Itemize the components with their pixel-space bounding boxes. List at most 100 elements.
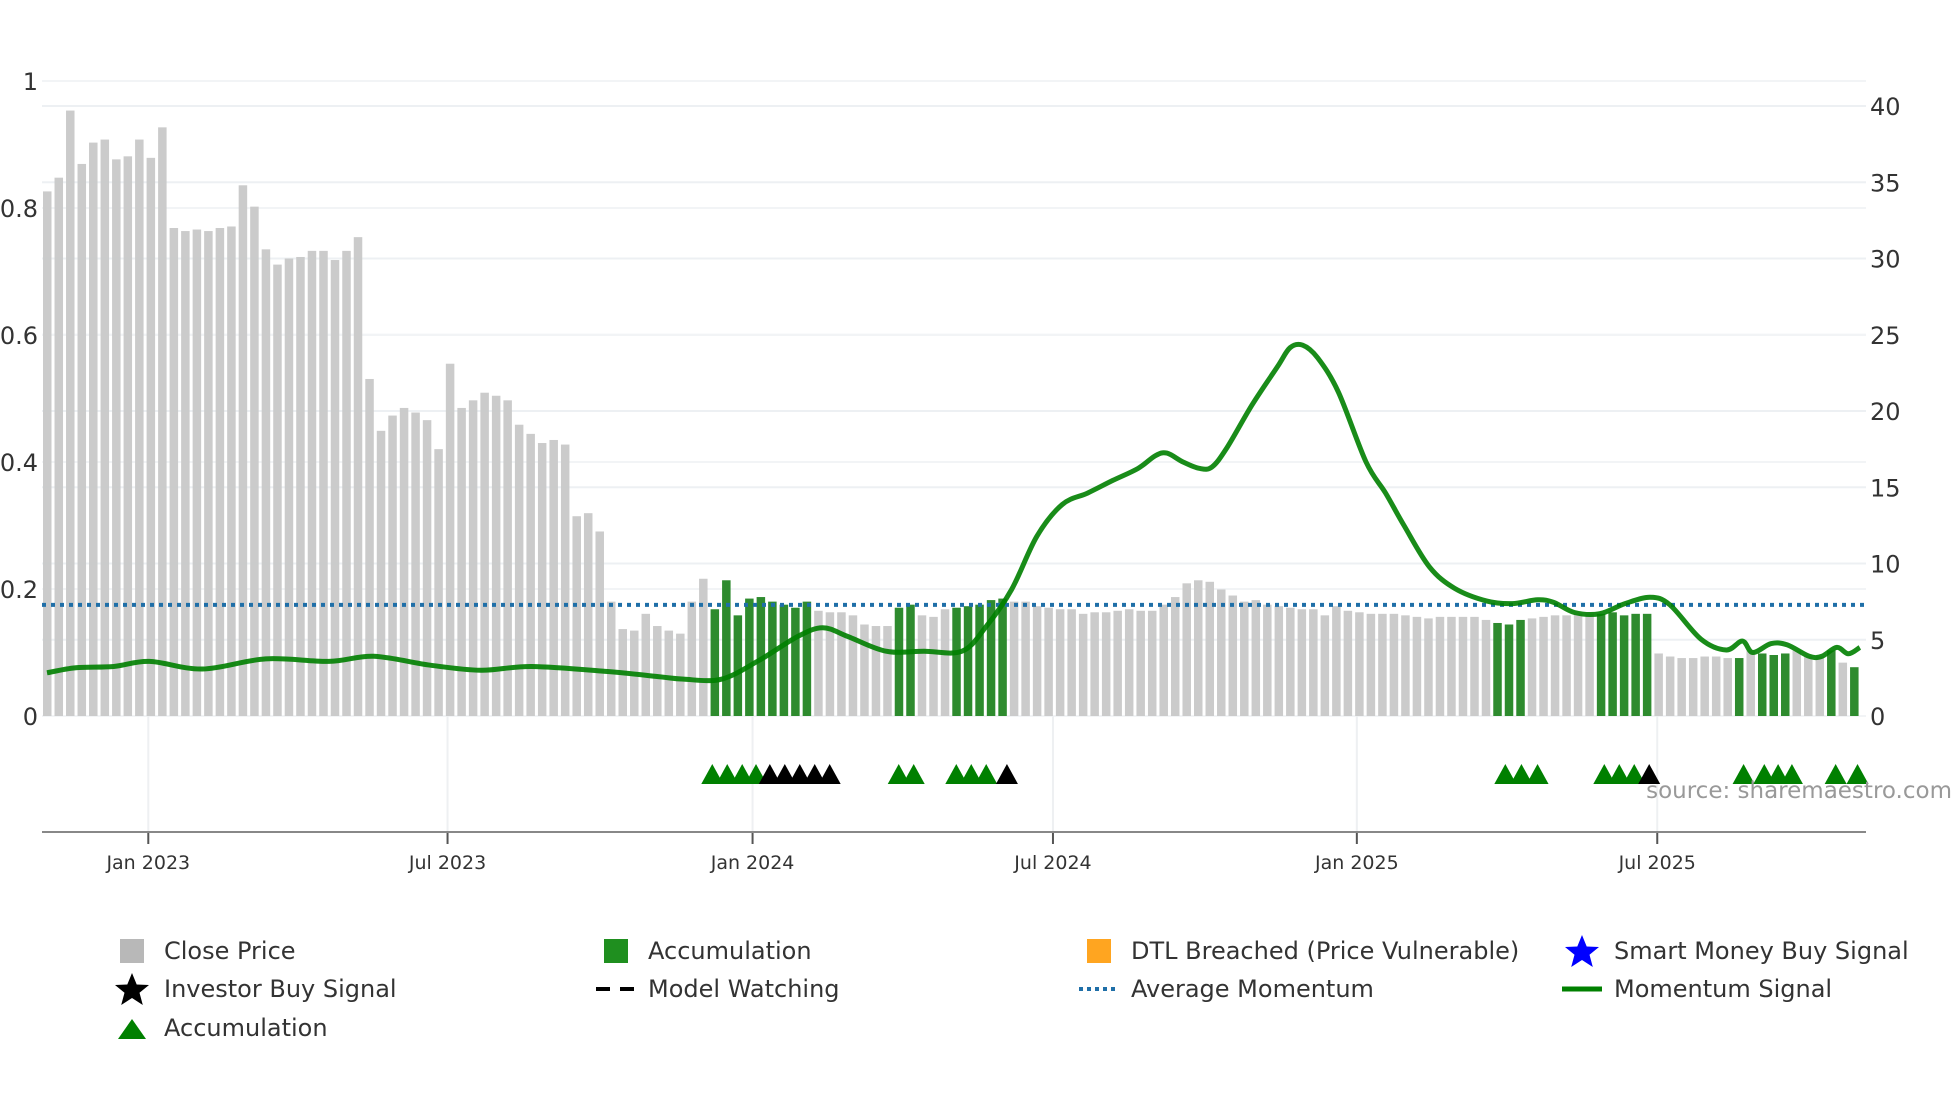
- legend-label: Investor Buy Signal: [164, 975, 397, 1003]
- investor-buy-triangle: [995, 764, 1018, 784]
- close-price-bar: [1654, 653, 1663, 716]
- accumulation-bar: [1827, 650, 1836, 716]
- close-price-bar: [1838, 662, 1848, 716]
- close-price-bar: [1217, 589, 1226, 716]
- close-price-bar: [860, 624, 869, 716]
- close-price-bar: [917, 615, 927, 716]
- x-axis-tick-label: Jan 2025: [1314, 852, 1399, 874]
- accumulation-bar: [745, 598, 754, 716]
- accumulation-triangle: [902, 764, 925, 784]
- black-star-icon: [112, 972, 152, 1006]
- accumulation-bar: [1734, 658, 1744, 716]
- close-price-bar: [1401, 615, 1410, 716]
- accumulation-triangle: [1526, 764, 1549, 784]
- close-price-bar: [1205, 581, 1215, 716]
- right-axis-tick-label: 0: [1870, 703, 1885, 731]
- legend-label: Accumulation: [164, 1014, 328, 1042]
- close-price-bar: [1447, 616, 1456, 716]
- close-price-bar: [1159, 604, 1168, 716]
- legend-label: Model Watching: [648, 975, 840, 1003]
- close-price-bar: [1435, 616, 1445, 716]
- accumulation-bar: [1631, 613, 1640, 716]
- close-price-bar: [572, 516, 581, 716]
- close-price-bar: [1424, 618, 1433, 716]
- close-price-bar: [1263, 604, 1272, 716]
- close-price-bar: [1113, 610, 1122, 716]
- close-price-bar: [1723, 658, 1732, 716]
- close-price-bar: [112, 159, 121, 716]
- close-price-bar: [1366, 613, 1376, 716]
- close-price-bar: [1481, 619, 1491, 716]
- legend-item: Accumulation: [112, 1011, 328, 1045]
- close-price-bar: [1078, 613, 1088, 716]
- close-price-bar: [319, 250, 328, 716]
- close-price-bar: [595, 531, 604, 716]
- close-price-bar: [1286, 607, 1295, 716]
- close-price-bar: [676, 633, 685, 716]
- green-square-icon: [596, 934, 636, 968]
- source-label: source: sharemaestro.com: [1646, 778, 1952, 804]
- close-price-bar: [1677, 658, 1686, 716]
- accumulation-bar: [1596, 613, 1606, 716]
- close-price-bar: [77, 163, 87, 716]
- close-price-bar: [1665, 656, 1675, 716]
- close-price-bar: [192, 229, 202, 716]
- close-price-bar: [1539, 616, 1548, 716]
- legend-label: Accumulation: [648, 937, 812, 965]
- close-price-bar: [1124, 609, 1134, 716]
- left-axis-tick-label: 0: [23, 703, 38, 731]
- close-price-bar: [54, 177, 64, 717]
- left-axis-tick-label: 0.6: [0, 322, 38, 350]
- close-price-bar: [1021, 601, 1030, 716]
- close-price-bar: [1746, 650, 1755, 716]
- close-price-bar: [583, 513, 593, 716]
- close-price-bar: [388, 415, 397, 716]
- x-axis-tick-label: Jan 2023: [105, 852, 190, 874]
- close-price-bar: [699, 578, 708, 716]
- accumulation-bar: [975, 604, 984, 716]
- legend-label: Smart Money Buy Signal: [1614, 937, 1909, 965]
- accumulation-bar: [768, 601, 777, 716]
- legend-label: Average Momentum: [1131, 975, 1374, 1003]
- close-price-bar: [664, 630, 674, 716]
- close-price-bar: [215, 228, 225, 716]
- close-price-bar: [204, 231, 213, 717]
- close-price-bar: [1700, 656, 1709, 716]
- close-price-bar: [261, 249, 271, 716]
- accumulation-bar: [710, 609, 720, 716]
- close-price-bar: [1251, 600, 1261, 716]
- right-axis-tick-label: 25: [1870, 322, 1901, 350]
- close-price-bar: [1562, 615, 1571, 716]
- close-price-bar: [1573, 613, 1583, 716]
- close-price-bar: [1194, 580, 1203, 716]
- close-price-bar: [1804, 656, 1813, 716]
- close-price-bar: [1136, 610, 1145, 716]
- close-price-bar: [1527, 618, 1537, 716]
- close-price-bar: [1378, 613, 1387, 716]
- close-price-bar: [1032, 606, 1042, 716]
- accumulation-bar: [779, 604, 789, 716]
- close-price-bar: [641, 613, 651, 716]
- close-price-bar: [445, 363, 455, 716]
- close-price-bar: [871, 626, 881, 716]
- close-price-bar: [342, 250, 351, 716]
- accumulation-bar: [952, 607, 961, 716]
- x-axis-tick-label: Jul 2023: [408, 852, 486, 874]
- black-dashed-line-icon: [596, 972, 636, 1006]
- close-price-bar: [940, 609, 950, 716]
- close-price-bar: [1297, 609, 1307, 716]
- accumulation-bar: [1608, 612, 1617, 716]
- right-axis-tick-label: 35: [1870, 169, 1901, 197]
- close-price-bar: [169, 228, 179, 716]
- left-axis-tick-label: 0.4: [0, 449, 38, 477]
- left-axis-tick-label: 0.8: [0, 195, 38, 223]
- accumulation-bar: [722, 580, 731, 716]
- close-price-bar: [1711, 656, 1721, 716]
- left-axis-tick-label: 0.2: [0, 576, 38, 604]
- investor-buy-triangle: [818, 764, 841, 784]
- orange-square-icon: [1079, 934, 1119, 968]
- close-price-bar: [1815, 656, 1825, 716]
- close-price-bar: [687, 601, 697, 716]
- legend-item: Smart Money Buy Signal: [1562, 934, 1909, 968]
- accumulation-bar: [791, 607, 800, 716]
